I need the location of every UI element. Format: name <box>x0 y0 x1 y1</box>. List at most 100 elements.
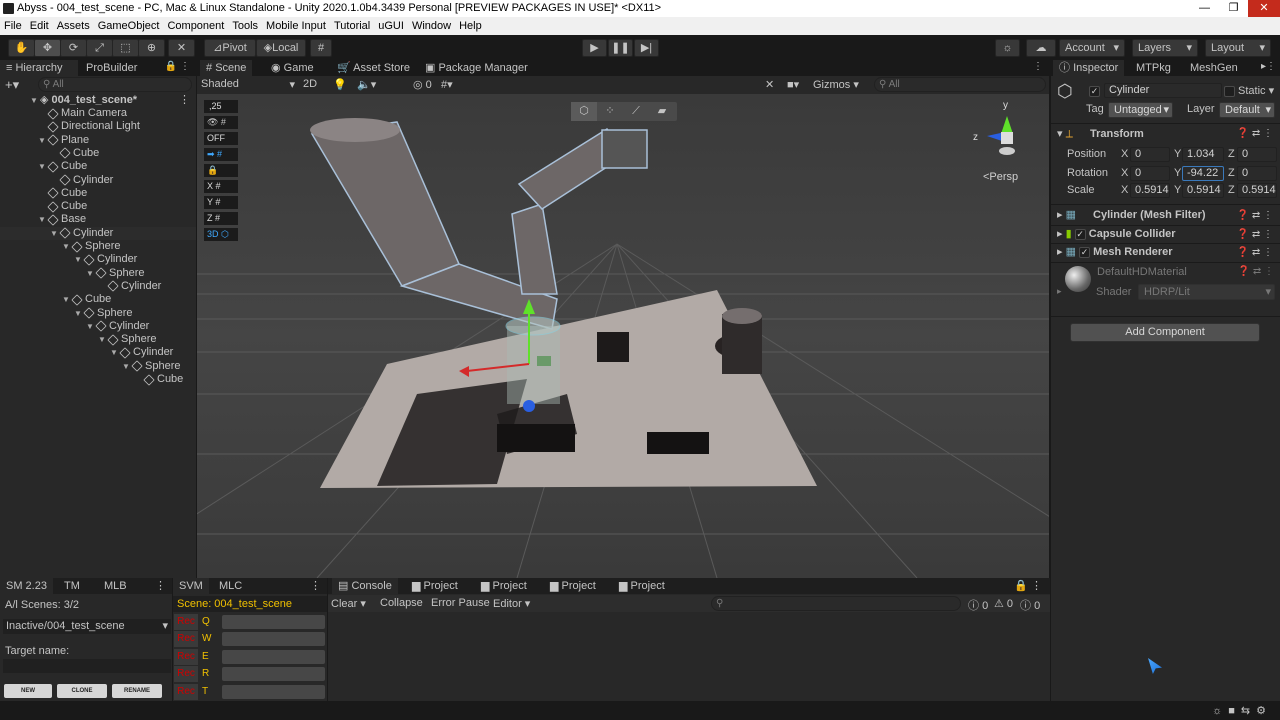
expand-arrow-icon[interactable]: ▼ <box>62 240 70 253</box>
panel-menu-icon[interactable]: 🔒 ⋮ <box>1014 579 1042 592</box>
tab-package-manager[interactable]: ▣ Package Manager <box>419 60 534 76</box>
shading-mode-dropdown[interactable]: Shaded ▾ <box>201 78 297 91</box>
expand-arrow-icon[interactable]: ▼ <box>110 346 118 359</box>
hierarchy-item[interactable]: ▼ Sphere <box>0 360 196 373</box>
expand-arrow-icon[interactable]: ▼ <box>38 213 46 226</box>
tab-mlc[interactable]: MLC <box>213 578 248 594</box>
rec-button[interactable]: Rec <box>174 614 198 630</box>
snap-off-toggle[interactable]: OFF <box>204 132 238 145</box>
lock-icon[interactable]: 🔒 <box>204 164 238 177</box>
active-checkbox[interactable]: ✓ <box>1089 86 1100 97</box>
scale-tool-button[interactable]: ⤢ <box>86 39 113 57</box>
hierarchy-item[interactable]: ▼ Sphere <box>0 333 196 346</box>
menu-gameobject[interactable]: GameObject <box>94 17 164 35</box>
component-menu-icon[interactable]: ❓ ⇄ ⋮ <box>1237 207 1273 224</box>
expand-arrow-icon[interactable]: ▼ <box>74 253 82 266</box>
tab-console[interactable]: ▤ Console <box>332 578 398 594</box>
tab-asset-store[interactable]: 🛒 Asset Store <box>331 60 416 76</box>
tag-dropdown[interactable]: Untagged ▾ <box>1108 102 1173 118</box>
tab-sm[interactable]: SM 2.23 <box>0 578 53 594</box>
tab-hierarchy[interactable]: ≡ Hierarchy <box>0 60 78 76</box>
scene-root-row[interactable]: ▼ ◈ 004_test_scene* ⋮ <box>0 94 196 107</box>
account-dropdown[interactable]: Account ▾ <box>1059 39 1125 57</box>
clone-scene-button[interactable]: CLONE <box>57 684 107 698</box>
grid-snap-button[interactable]: # <box>310 39 332 57</box>
object-mode-button[interactable]: ⬡ <box>571 102 597 121</box>
hierarchy-item[interactable]: Cylinder <box>0 174 196 187</box>
3d-snap-toggle[interactable]: 3D ⬡ <box>204 228 238 241</box>
menu-edit[interactable]: Edit <box>26 17 53 35</box>
kebab-icon[interactable]: ⋮ <box>179 94 190 107</box>
z-axis-snap[interactable]: Z # <box>204 212 238 225</box>
editor-dropdown[interactable]: Editor ▾ <box>493 597 530 610</box>
hierarchy-item[interactable]: ▼ Cylinder <box>0 320 196 333</box>
panel-menu-icon[interactable]: ⋮ <box>310 579 321 592</box>
grid-toggle-icon[interactable]: #▾ <box>441 78 453 91</box>
error-count-toggle[interactable]: ⓘ 0 <box>1020 597 1040 613</box>
audio-toggle[interactable]: 🔈▾ <box>357 78 376 91</box>
camera-dropdown-icon[interactable]: ■▾ <box>787 78 799 91</box>
scale-x-field[interactable]: 0.5914 <box>1130 183 1170 198</box>
collapse-toggle[interactable]: Collapse <box>380 597 423 609</box>
status-icons[interactable]: ☼■⇆⚙ <box>1212 704 1272 717</box>
rec-button[interactable]: Rec <box>174 631 198 647</box>
hierarchy-item[interactable]: Cube <box>0 373 196 386</box>
hierarchy-item[interactable]: Cylinder <box>0 280 196 293</box>
panel-menu-icon[interactable]: ▸⋮ <box>1261 61 1276 72</box>
record-slot[interactable] <box>222 667 325 681</box>
tab-svm[interactable]: SVM <box>173 578 209 594</box>
menu-help[interactable]: Help <box>455 17 486 35</box>
menu-tutorial[interactable]: Tutorial <box>330 17 374 35</box>
error-pause-toggle[interactable]: Error Pause <box>431 597 490 609</box>
gizmos-dropdown[interactable]: Gizmos ▾ <box>813 78 868 91</box>
hand-tool-button[interactable]: ✋ <box>8 39 35 57</box>
record-slot[interactable] <box>222 615 325 629</box>
rec-button[interactable]: Rec <box>174 649 198 665</box>
projection-label[interactable]: <Persp <box>983 171 1018 183</box>
expand-arrow-icon[interactable]: ▼ <box>86 267 94 280</box>
rec-button[interactable]: Rec <box>174 666 198 682</box>
layer-dropdown[interactable]: Default ▾ <box>1219 102 1275 118</box>
component-menu-icon[interactable]: ❓ ⇄ ⋮ <box>1237 126 1273 142</box>
collab-button[interactable]: ☼ <box>995 39 1020 57</box>
hierarchy-item[interactable]: ▼ Cylinder <box>0 253 196 266</box>
menu-mobile-input[interactable]: Mobile Input <box>262 17 330 35</box>
expand-arrow-icon[interactable]: ▼ <box>38 160 46 173</box>
custom-tool-button[interactable]: ✕ <box>168 39 195 57</box>
shader-dropdown[interactable]: HDRP/Lit ▾ <box>1138 284 1275 300</box>
panel-menu-icon[interactable]: ⋮ <box>155 579 166 592</box>
position-y-field[interactable]: 1.034 <box>1182 147 1224 162</box>
visibility-toggle[interactable]: ◎ 0 <box>413 78 432 91</box>
static-checkbox[interactable] <box>1224 86 1235 97</box>
component-menu-icon[interactable]: ❓ ⇄ ⋮ <box>1237 226 1273 243</box>
tab-mtpkg[interactable]: MTPkg <box>1130 60 1177 76</box>
scale-y-field[interactable]: 0.5914 <box>1182 183 1224 198</box>
tab-project-4[interactable]: ▆ Project <box>613 578 671 594</box>
tab-game[interactable]: ◉ Game <box>265 60 320 76</box>
expand-arrow-icon[interactable]: ▼ <box>62 293 70 306</box>
transform-header[interactable]: ▾ ⟂ Transform ❓ ⇄ ⋮ <box>1057 126 1277 142</box>
warning-count-toggle[interactable]: ⚠ 0 <box>994 597 1013 610</box>
rotation-z-field[interactable]: 0 <box>1237 166 1277 181</box>
material-menu-icon[interactable]: ❓ ⇄ ⋮ <box>1238 266 1274 277</box>
hierarchy-item[interactable]: Directional Light <box>0 120 196 133</box>
scale-z-field[interactable]: 0.5914 <box>1237 183 1277 198</box>
record-slot[interactable] <box>222 685 325 699</box>
object-name-field[interactable]: Cylinder <box>1104 83 1222 98</box>
menu-component[interactable]: Component <box>163 17 228 35</box>
rename-scene-button[interactable]: RENAME <box>112 684 162 698</box>
play-button[interactable]: ▶ <box>582 39 607 57</box>
expand-arrow-icon[interactable]: ▼ <box>38 134 46 147</box>
maximize-button[interactable]: ❐ <box>1219 0 1248 17</box>
face-mode-button[interactable]: ▰ <box>649 102 675 121</box>
snap-mode-icon[interactable]: ➡ # <box>204 148 238 161</box>
tools-icon[interactable]: ✕ <box>765 78 774 91</box>
lighting-toggle-icon[interactable]: 💡 <box>333 78 347 91</box>
rotation-x-field[interactable]: 0 <box>1130 166 1170 181</box>
pause-button[interactable]: ❚❚ <box>608 39 633 57</box>
record-slot[interactable] <box>222 650 325 664</box>
menu-ugui[interactable]: uGUI <box>374 17 408 35</box>
scene-viewport[interactable]: y z <Persp <box>197 94 1049 578</box>
cloud-button[interactable]: ☁ <box>1026 39 1056 57</box>
tab-inspector[interactable]: ⓘ Inspector <box>1053 60 1125 76</box>
